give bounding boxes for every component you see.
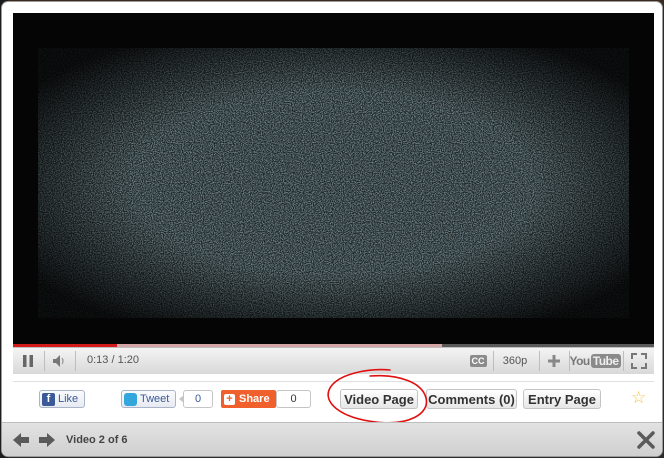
youtube-player: 0:13 / 1:20 CC 360p You Tube bbox=[13, 13, 654, 374]
close-button[interactable] bbox=[636, 430, 656, 450]
video-frame[interactable] bbox=[13, 13, 654, 344]
next-video-button[interactable] bbox=[38, 432, 56, 448]
comments-button[interactable]: Comments (0) bbox=[426, 389, 517, 409]
cc-icon: CC bbox=[469, 355, 487, 367]
share-count: 0 bbox=[276, 390, 311, 408]
video-page-button[interactable]: Video Page bbox=[340, 389, 418, 409]
controls-divider bbox=[75, 351, 76, 371]
quality-label: 360p bbox=[502, 355, 528, 367]
controls-divider bbox=[44, 351, 45, 371]
video-lightbox: 0:13 / 1:20 CC 360p You Tube f Like Twee… bbox=[2, 2, 662, 456]
fullscreen-icon bbox=[631, 353, 647, 369]
prev-arrow-icon bbox=[13, 433, 29, 447]
share-label: Share bbox=[239, 393, 270, 405]
facebook-icon: f bbox=[42, 392, 55, 406]
pause-button[interactable] bbox=[13, 348, 43, 374]
facebook-like-button[interactable]: f Like bbox=[39, 390, 85, 408]
youtube-logo-button[interactable]: You Tube bbox=[569, 348, 621, 374]
plus-icon bbox=[548, 355, 560, 367]
share-button[interactable]: + Share bbox=[221, 390, 276, 408]
controls-divider bbox=[623, 351, 624, 371]
controls-divider bbox=[493, 351, 494, 371]
twitter-icon bbox=[124, 392, 137, 406]
pause-icon bbox=[23, 355, 33, 367]
previous-video-button[interactable] bbox=[12, 432, 30, 448]
volume-icon bbox=[53, 355, 64, 367]
tweet-label: Tweet bbox=[140, 393, 170, 405]
controls-divider bbox=[539, 351, 540, 371]
fullscreen-button[interactable] bbox=[625, 348, 653, 374]
tweet-button[interactable]: Tweet bbox=[121, 390, 176, 408]
volume-button[interactable] bbox=[47, 348, 73, 374]
time-display: 0:13 / 1:20 bbox=[87, 354, 139, 366]
expand-button[interactable] bbox=[541, 348, 567, 374]
lightbox-footer: Video 2 of 6 bbox=[2, 422, 662, 456]
tv-static-image bbox=[38, 48, 629, 318]
player-controls: 0:13 / 1:20 CC 360p You Tube bbox=[13, 347, 654, 374]
video-counter: Video 2 of 6 bbox=[66, 434, 128, 446]
next-arrow-icon bbox=[39, 433, 55, 447]
tweet-count: 0 bbox=[179, 390, 213, 408]
entry-page-button[interactable]: Entry Page bbox=[523, 389, 601, 409]
star-icon[interactable]: ☆ bbox=[631, 388, 646, 408]
quality-button[interactable]: 360p bbox=[495, 348, 535, 374]
share-bar: f Like Tweet 0 + Share 0 Video Page Comm… bbox=[13, 381, 654, 418]
close-icon bbox=[637, 431, 655, 449]
captions-button[interactable]: CC bbox=[465, 348, 491, 374]
youtube-logo: You Tube bbox=[569, 354, 621, 368]
share-plus-icon: + bbox=[224, 393, 235, 405]
like-label: Like bbox=[58, 393, 79, 405]
